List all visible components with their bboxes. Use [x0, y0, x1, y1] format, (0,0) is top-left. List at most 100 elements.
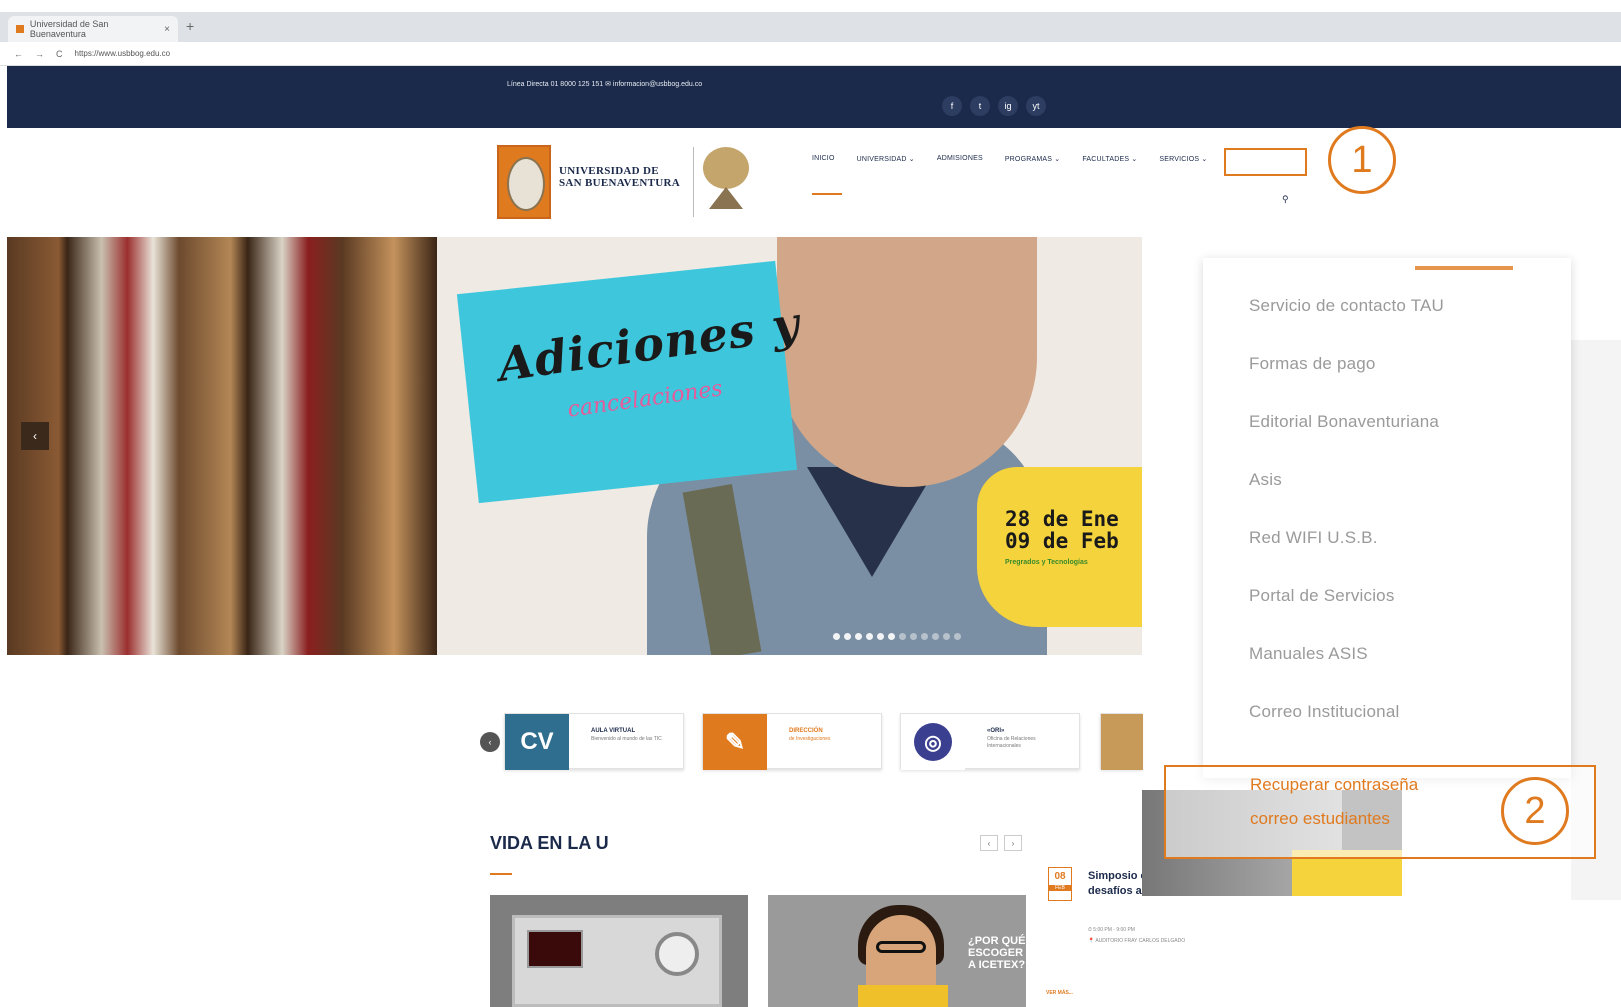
browser-tab-bar: Universidad de San Buenaventura × +	[0, 12, 1621, 42]
page: Universidad de San Buenaventura × + ← → …	[0, 0, 1621, 1007]
menu-item-contacto-tau[interactable]: Servicio de contacto TAU	[1249, 296, 1444, 316]
back-icon[interactable]: ←	[14, 49, 23, 59]
recuperar-line-2: correo estudiantes	[1250, 809, 1390, 828]
crest-icon	[497, 145, 551, 219]
quick-link-partial[interactable]	[1100, 713, 1143, 770]
close-tab-icon[interactable]: ×	[164, 24, 170, 35]
reload-icon[interactable]: C	[56, 49, 63, 59]
partial-card-icon	[1101, 714, 1143, 770]
edit-icon: ✎	[703, 714, 767, 770]
slider-dot[interactable]	[855, 633, 862, 640]
carousel-prev-button[interactable]: ‹	[980, 835, 998, 851]
quick-link-ori[interactable]: ◎ «ORI» Oficina de Relaciones Internacio…	[900, 713, 1080, 770]
url-field[interactable]: https://www.usbbog.edu.co	[75, 49, 171, 58]
news-thumbnail-icetex[interactable]: ¿POR QUÉ ESCOGER A ICETEX?	[768, 895, 1026, 1007]
menu-item-editorial[interactable]: Editorial Bonaventuriana	[1249, 412, 1439, 432]
callout-step-1: 1	[1328, 126, 1396, 194]
carousel-next-button[interactable]: ›	[1004, 835, 1022, 851]
equipment-knob	[655, 932, 699, 976]
nav-programas[interactable]: PROGRAMAS ⌄	[1005, 155, 1061, 163]
quick-link-sub: Oficina de Relaciones Internacionales	[987, 736, 1036, 749]
news-thumbnail-lab[interactable]	[490, 895, 748, 1007]
equipment-screen	[527, 930, 583, 968]
social-links: f t ig yt	[942, 96, 1046, 116]
event-month: FEB	[1049, 885, 1071, 891]
quick-link-aula-virtual[interactable]: CV AULA VIRTUAL Bienvenido al mundo de l…	[504, 713, 684, 770]
hero-slider[interactable]: Adiciones y cancelaciones 28 de Ene 09 d…	[7, 237, 1142, 655]
facebook-icon[interactable]: f	[942, 96, 962, 116]
ver-mas-link[interactable]: VER MÁS...	[1046, 990, 1073, 996]
slider-dot[interactable]	[899, 633, 906, 640]
hero-date-start: 28 de Ene	[1005, 507, 1119, 531]
slider-dot[interactable]	[833, 633, 840, 640]
slider-dot[interactable]	[921, 633, 928, 640]
tab-title: Universidad de San Buenaventura	[29, 19, 109, 39]
dropdown-accent	[1415, 266, 1513, 270]
bookshelf	[7, 237, 437, 655]
browser-tab[interactable]: Universidad de San Buenaventura ×	[8, 16, 178, 42]
icetex-ad-text: ¿POR QUÉ ESCOGER A ICETEX?	[968, 935, 1026, 971]
section-carousel-nav: ‹ ›	[980, 835, 1022, 851]
menu-item-red-wifi[interactable]: Red WIFI U.S.B.	[1249, 528, 1378, 548]
search-icon[interactable]: ⚲	[1282, 194, 1289, 205]
youtube-icon[interactable]: yt	[1026, 96, 1046, 116]
girl-shirt	[858, 985, 948, 1007]
aula-virtual-icon: CV	[505, 714, 569, 770]
quick-link-sub: de Investigaciones	[789, 736, 831, 742]
event-day: 08	[1054, 871, 1066, 882]
quick-link-title: AULA VIRTUAL	[591, 728, 636, 734]
seal-base-icon	[709, 187, 743, 209]
recuperar-line-1: Recuperar contraseña	[1250, 775, 1419, 794]
event-date-badge: 08 FEB	[1048, 867, 1072, 901]
slider-dot[interactable]	[910, 633, 917, 640]
quick-link-title: DIRECCIÓN	[789, 728, 823, 734]
slider-dot[interactable]	[932, 633, 939, 640]
slider-dot[interactable]	[954, 633, 961, 640]
slider-dot[interactable]	[844, 633, 851, 640]
section-title-underline	[490, 873, 512, 875]
menu-item-asis[interactable]: Asis	[1249, 470, 1282, 490]
nav-universidad[interactable]: UNIVERSIDAD ⌄	[857, 155, 915, 163]
site-favicon-icon	[16, 25, 24, 33]
new-tab-button[interactable]: +	[186, 18, 194, 34]
lab-equipment	[512, 915, 722, 1007]
menu-item-correo-institucional[interactable]: Correo Institucional	[1249, 702, 1399, 722]
contact-info: Línea Directa 01 8000 125 151 ✉ informac…	[507, 81, 703, 88]
menu-item-manuales-asis[interactable]: Manuales ASIS	[1249, 644, 1368, 664]
menu-item-portal-servicios[interactable]: Portal de Servicios	[1249, 586, 1395, 606]
quick-links-prev-button[interactable]: ‹	[480, 732, 500, 752]
nav-servicios[interactable]: SERVICIOS ⌄	[1159, 155, 1207, 163]
nav-facultades[interactable]: FACULTADES ⌄	[1082, 155, 1137, 163]
slider-dot[interactable]	[888, 633, 895, 640]
globe-icon-box: ◎	[901, 714, 965, 770]
logo-line-1: UNIVERSIDAD DE	[559, 165, 659, 177]
callout-step-2: 2	[1501, 777, 1569, 845]
globe-icon: ◎	[914, 723, 952, 761]
slider-dot[interactable]	[866, 633, 873, 640]
instagram-icon[interactable]: ig	[998, 96, 1018, 116]
glasses-icon	[876, 941, 926, 953]
slider-dot[interactable]	[943, 633, 950, 640]
student-face	[777, 237, 1037, 487]
servicios-dropdown: Servicio de contacto TAU Formas de pago …	[1203, 258, 1571, 778]
servicios-highlight	[1224, 148, 1307, 176]
university-logo[interactable]: UNIVERSIDAD DE SAN BUENAVENTURA	[497, 143, 757, 223]
event-place: 📍 AUDITORIO FRAY CARLOS DELGADO	[1088, 938, 1186, 944]
seal-icon	[703, 147, 749, 189]
nav-inicio[interactable]: INICIO	[812, 155, 835, 163]
slider-prev-button[interactable]: ‹	[21, 422, 49, 450]
logo-line-2: SAN BUENAVENTURA	[559, 177, 681, 189]
nav-admisiones[interactable]: ADMISIONES	[937, 155, 983, 163]
quick-link-sub: Bienvenido al mundo de las TIC	[591, 736, 662, 742]
logo-divider	[693, 147, 694, 217]
address-bar: ← → C https://www.usbbog.edu.co	[0, 42, 1621, 66]
main-nav: INICIO UNIVERSIDAD ⌄ ADMISIONES PROGRAMA…	[812, 155, 1229, 163]
menu-item-formas-pago[interactable]: Formas de pago	[1249, 354, 1376, 374]
twitter-icon[interactable]: t	[970, 96, 990, 116]
logo-text: UNIVERSIDAD DE SAN BUENAVENTURA	[559, 165, 680, 189]
quick-link-investigaciones[interactable]: ✎ DIRECCIÓN de Investigaciones	[702, 713, 882, 770]
forward-icon[interactable]: →	[35, 49, 44, 59]
slider-dot[interactable]	[877, 633, 884, 640]
hero-date-end: 09 de Feb	[1005, 529, 1119, 553]
event-time: ⏱ 5:00 PM - 9:00 PM	[1088, 927, 1135, 933]
